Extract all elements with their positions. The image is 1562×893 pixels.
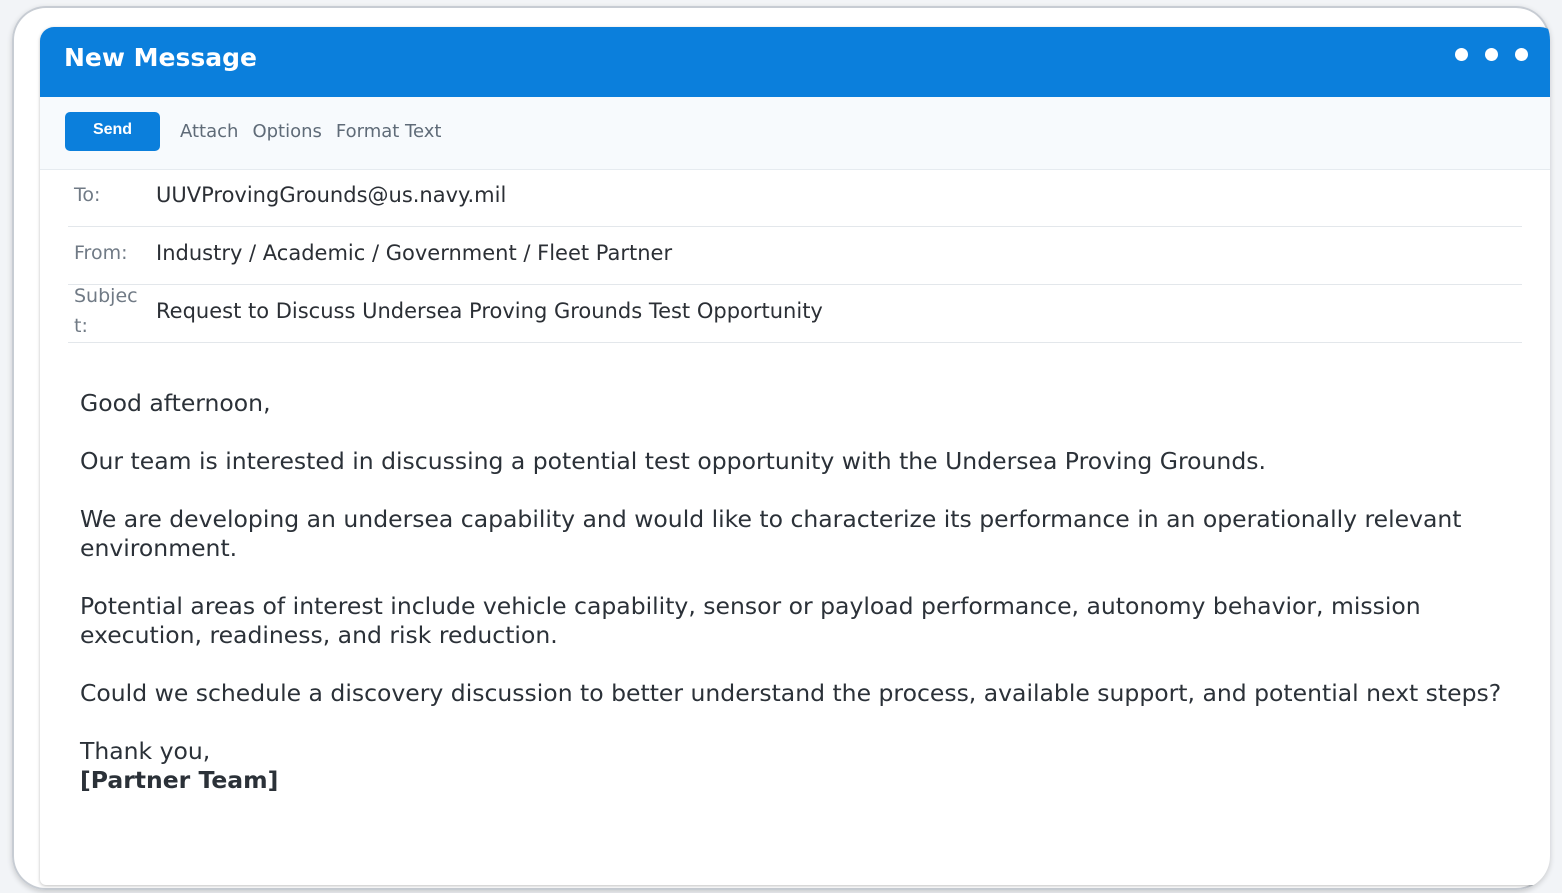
format-text-link[interactable]: Format Text [336, 121, 442, 142]
dot [1515, 48, 1528, 61]
body-paragraph: Could we schedule a discovery discussion… [80, 679, 1502, 707]
toolbar-links: Attach Options Format Text [180, 121, 441, 142]
body-paragraph: We are developing an undersea capability… [80, 505, 1462, 562]
to-label: To: [74, 184, 101, 206]
to-field[interactable]: UUVProvingGrounds@us.navy.mil [156, 183, 506, 207]
dot [1455, 48, 1468, 61]
body-paragraph: Potential areas of interest include vehi… [80, 592, 1421, 649]
more-dots-icon[interactable] [1455, 48, 1528, 61]
from-field[interactable]: Industry / Academic / Government / Fleet… [156, 241, 672, 265]
window-title: New Message [64, 43, 257, 72]
attach-link[interactable]: Attach [180, 121, 238, 142]
title-bar: New Message [40, 27, 1550, 97]
dot [1485, 48, 1498, 61]
subject-field[interactable]: Request to Discuss Undersea Proving Grou… [156, 299, 823, 323]
from-row: From: Industry / Academic / Government /… [68, 227, 1522, 285]
send-button[interactable]: Send [65, 112, 160, 151]
greeting: Good afternoon, [80, 389, 271, 417]
message-body[interactable]: Good afternoon, Our team is interested i… [80, 389, 1510, 795]
compose-window: New Message Send Attach Options Format T… [40, 27, 1550, 885]
subject-row: Subject: Request to Discuss Undersea Pro… [68, 285, 1522, 343]
to-row: To: UUVProvingGrounds@us.navy.mil [68, 169, 1522, 227]
subject-label: Subject: [74, 285, 138, 337]
toolbar: Send Attach Options Format Text [40, 97, 1550, 170]
from-label: From: [74, 242, 128, 264]
closing: Thank you, [80, 737, 211, 765]
body-paragraph: Our team is interested in discussing a p… [80, 447, 1266, 475]
device-frame: New Message Send Attach Options Format T… [12, 6, 1550, 890]
message-header: To: UUVProvingGrounds@us.navy.mil From: … [68, 169, 1522, 343]
options-link[interactable]: Options [252, 121, 321, 142]
signature: [Partner Team] [80, 766, 279, 794]
